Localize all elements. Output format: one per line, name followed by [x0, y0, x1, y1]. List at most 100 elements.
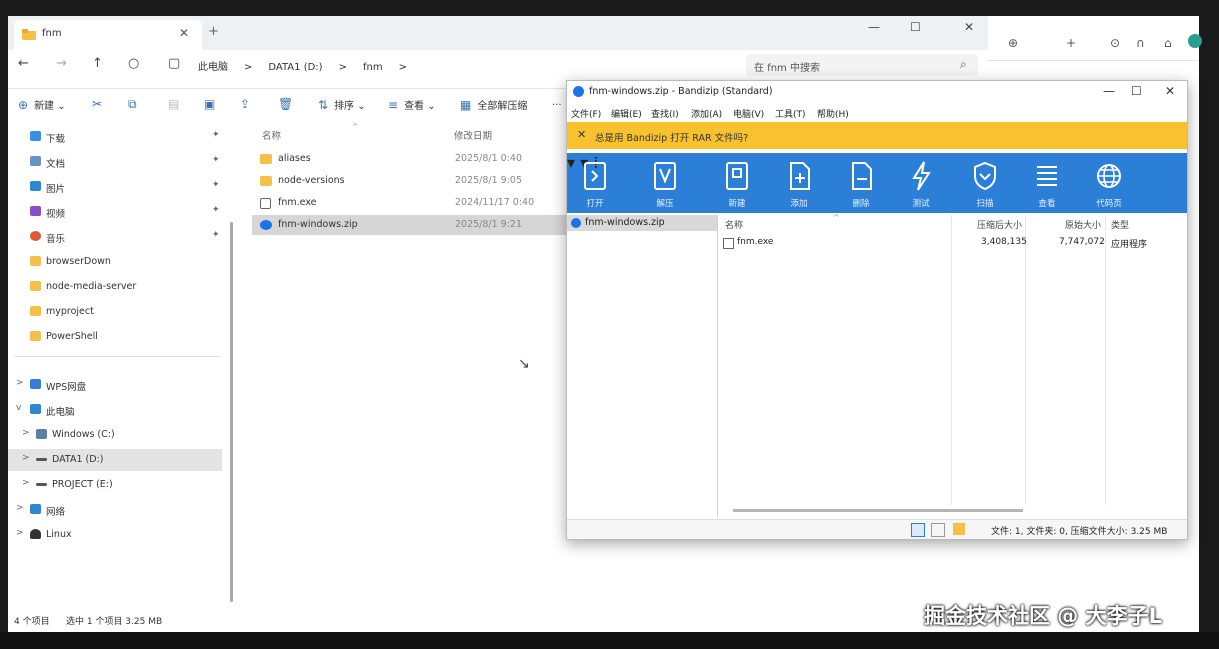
target-icon[interactable]: ⊙ — [1110, 36, 1120, 50]
chevron-right-icon[interactable]: > — [22, 453, 30, 463]
column-modified[interactable]: 修改日期 — [454, 128, 492, 142]
extract-all-button[interactable]: ▦ 全部解压缩 — [460, 97, 527, 112]
add-icon[interactable]: + — [1066, 36, 1076, 50]
file-row-fnm-exe[interactable]: fnm.exe 2024/11/17 0:40 — [252, 193, 568, 213]
extension-icon[interactable]: ⊕ — [1008, 36, 1018, 50]
sort-ascending-icon: ^ — [352, 122, 359, 131]
sidebar-item-project-e[interactable]: > PROJECT (E:) — [8, 474, 222, 496]
sidebar-item-documents[interactable]: 文档 ✦ — [8, 151, 222, 173]
sidebar-item-wps-cloud[interactable]: > WPS网盘 — [8, 374, 222, 396]
sidebar-item-myproject[interactable]: myproject — [8, 301, 222, 323]
minimize-button[interactable]: — — [868, 20, 880, 34]
sidebar-item-linux[interactable]: > Linux — [8, 524, 222, 546]
maximize-button[interactable]: ☐ — [910, 20, 921, 34]
notice-close-icon[interactable]: ✕ — [577, 128, 586, 141]
sidebar-item-pictures[interactable]: 图片 ✦ — [8, 176, 222, 198]
breadcrumb-fnm[interactable]: fnm — [363, 62, 383, 73]
rename-icon[interactable]: ▣ — [204, 97, 221, 111]
list-column-type[interactable]: 类型 — [1111, 218, 1129, 231]
forward-button[interactable]: → — [56, 56, 67, 71]
cut-icon[interactable]: ✂ — [92, 97, 108, 111]
menu-edit[interactable]: 编辑(E) — [611, 107, 642, 120]
list-column-original[interactable]: 原始大小 — [1065, 218, 1101, 231]
tool-new-archive-button[interactable]: 新建 — [713, 153, 761, 213]
refresh-button[interactable]: ○ — [128, 56, 139, 71]
linux-penguin-icon — [30, 529, 41, 539]
sidebar-item-videos[interactable]: 视频 ✦ — [8, 201, 222, 223]
folder-view-icon[interactable] — [953, 523, 965, 535]
chevron-right-icon[interactable]: > — [16, 528, 24, 538]
sidebar-item-powershell[interactable]: PowerShell — [8, 326, 222, 348]
bandizip-maximize-button[interactable]: ☐ — [1131, 84, 1142, 98]
more-button[interactable]: ... — [552, 97, 562, 108]
breadcrumb-this-pc[interactable]: 此电脑 — [198, 62, 228, 73]
back-button[interactable]: ← — [18, 56, 29, 71]
display-icon: ▢ — [168, 56, 181, 71]
sidebar-item-data1-d[interactable]: > DATA1 (D:) — [8, 449, 222, 471]
column-name[interactable]: 名称 — [262, 128, 281, 142]
sidebar-item-node-media-server[interactable]: node-media-server — [8, 276, 222, 298]
file-row-node-versions[interactable]: node-versions 2025/8/1 9:05 — [252, 171, 568, 191]
new-tab-button[interactable]: + — [208, 24, 219, 39]
bandizip-toolbar: 打开 ▾ 解压 ▾ 新建 添加 删除 测试 扫描 查看 代码页 ⁞ — [567, 153, 1187, 213]
chevron-right-icon[interactable]: > — [16, 503, 24, 513]
chevron-down-icon[interactable]: v — [16, 403, 21, 413]
file-row-aliases[interactable]: aliases 2025/8/1 0:40 — [252, 149, 568, 169]
tool-open-button[interactable]: 打开 — [571, 153, 619, 213]
bandizip-archive-icon — [260, 220, 272, 230]
bandizip-close-button[interactable]: ✕ — [1165, 84, 1175, 98]
entry-name[interactable]: fnm.exe — [737, 237, 773, 247]
tool-scan-button[interactable]: 扫描 — [961, 153, 1009, 213]
sidebar-item-network[interactable]: > 网络 — [8, 499, 222, 521]
tool-codepage-button[interactable]: 代码页 — [1085, 153, 1133, 213]
menu-add[interactable]: 添加(A) — [691, 107, 722, 120]
list-view-icon[interactable] — [931, 523, 945, 537]
sidebar-item-windows-c[interactable]: > Windows (C:) — [8, 424, 222, 446]
sidebar-item-browserdown[interactable]: browserDown — [8, 251, 222, 273]
list-column-name[interactable]: 名称 — [725, 218, 743, 231]
sidebar-item-downloads[interactable]: 下载 ✦ — [8, 126, 222, 148]
tab-fnm[interactable]: fnm ✕ — [14, 20, 202, 50]
menu-find[interactable]: 查找(I) — [651, 107, 679, 120]
sidebar-scrollbar[interactable] — [230, 222, 233, 602]
entry-compressed-size: 3,408,135 — [981, 237, 1027, 247]
sidebar-item-music[interactable]: 音乐 ✦ — [8, 226, 222, 248]
sort-button[interactable]: ⇅ 排序 ⌄ — [318, 97, 366, 112]
menu-pc[interactable]: 电脑(V) — [733, 107, 764, 120]
file-row-fnm-windows-zip[interactable]: fnm-windows.zip 2025/8/1 9:21 — [252, 215, 568, 235]
share-icon[interactable]: ⇪ — [240, 97, 256, 111]
home-icon[interactable]: ⌂ — [1164, 36, 1172, 50]
menu-help[interactable]: 帮助(H) — [817, 107, 849, 120]
search-input[interactable]: 在 fnm 中搜索 ⌕ — [746, 54, 978, 76]
details-view-icon[interactable] — [911, 523, 925, 537]
tool-view-button[interactable]: 查看 — [1023, 153, 1071, 213]
chevron-right-icon[interactable]: > — [22, 428, 30, 438]
tool-extract-button[interactable]: 解压 — [641, 153, 689, 213]
bandizip-minimize-button[interactable]: — — [1103, 84, 1115, 98]
bandizip-archive-icon — [571, 218, 581, 228]
list-column-compressed[interactable]: 压缩后大小 — [977, 218, 1022, 231]
archive-list-scrollbar[interactable] — [733, 509, 1023, 512]
tool-delete-button[interactable]: 删除 — [837, 153, 885, 213]
tab-close-icon[interactable]: ✕ — [179, 26, 189, 40]
drive-icon — [36, 429, 47, 439]
menu-tools[interactable]: 工具(T) — [775, 107, 806, 120]
new-button[interactable]: ⊕ 新建 ⌄ — [18, 97, 66, 112]
up-button[interactable]: ↑ — [92, 56, 103, 71]
paste-icon[interactable]: ▤ — [168, 97, 185, 111]
menu-file[interactable]: 文件(F) — [571, 107, 601, 120]
avatar[interactable] — [1188, 34, 1202, 48]
delete-icon[interactable]: 🗑 — [278, 97, 299, 111]
chevron-right-icon[interactable]: > — [16, 378, 24, 388]
bandizip-window-title: fnm-windows.zip - Bandizip (Standard) — [589, 86, 773, 97]
breadcrumb-data1[interactable]: DATA1 (D:) — [268, 62, 322, 73]
copy-icon[interactable]: ⧉ — [128, 97, 143, 112]
tool-test-button[interactable]: 测试 — [897, 153, 945, 213]
rar-association-notice[interactable]: ✕ 总是用 Bandizip 打开 RAR 文件吗? — [567, 122, 1187, 149]
tool-add-button[interactable]: 添加 — [775, 153, 823, 213]
close-button[interactable]: ✕ — [964, 20, 974, 34]
chevron-right-icon[interactable]: > — [22, 478, 30, 488]
magnet-icon[interactable]: ∩ — [1136, 36, 1145, 50]
sidebar-item-this-pc[interactable]: v 此电脑 — [8, 399, 222, 421]
view-button[interactable]: ≡ 查看 ⌄ — [388, 97, 436, 112]
